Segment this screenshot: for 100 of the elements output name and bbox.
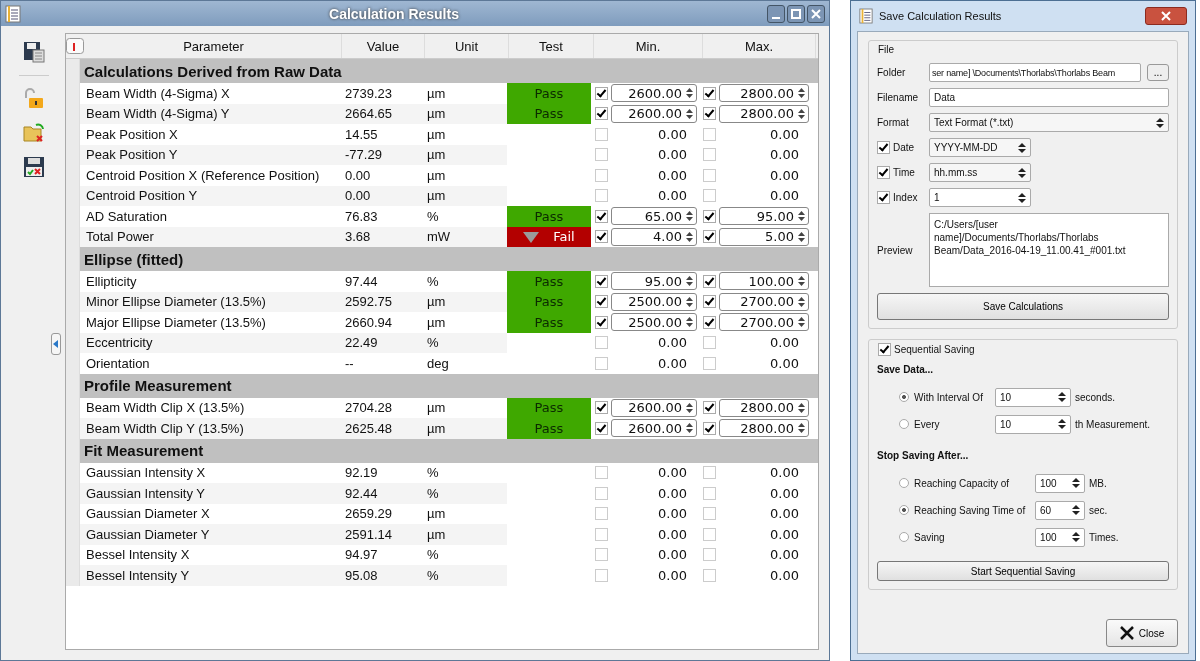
spin-arrows-icon[interactable] [797,401,806,414]
spin-box[interactable]: 2500.00 [611,292,697,311]
browse-button[interactable]: ... [1147,64,1169,81]
spin-box[interactable]: 95.00 [719,207,809,226]
save-disk-icon[interactable] [23,41,45,63]
checkbox[interactable] [703,356,716,370]
minimize-button[interactable] [767,4,785,23]
spin-box[interactable]: 2600.00 [611,398,697,417]
spin-arrows-icon[interactable] [685,210,694,223]
checkbox[interactable] [595,148,608,162]
checkbox[interactable] [703,336,716,350]
checkbox[interactable] [703,168,716,182]
checkbox[interactable] [595,527,608,541]
spin-arrows-icon[interactable] [685,401,694,414]
checkbox[interactable] [703,421,716,435]
checkbox[interactable] [595,336,608,350]
checkbox[interactable] [595,295,608,309]
checkbox[interactable] [878,343,891,356]
checkbox[interactable] [877,191,890,204]
spin-arrows-icon[interactable] [685,295,694,308]
spin-arrows-icon[interactable] [797,107,806,120]
spin-arrows-icon[interactable] [797,275,806,288]
spin-box[interactable]: 2700.00 [719,313,809,332]
close-button[interactable]: Close [1106,619,1178,647]
spin-box[interactable]: 2800.00 [719,84,809,103]
checkbox[interactable] [595,127,608,141]
checkbox[interactable] [703,507,716,521]
spin-arrows-icon[interactable] [685,316,694,329]
checkbox[interactable] [703,127,716,141]
spin-box[interactable]: 2600.00 [611,84,697,103]
spin-box[interactable]: 2800.00 [719,104,809,123]
checkbox[interactable] [703,274,716,288]
close-button[interactable] [807,4,825,23]
spin-box[interactable]: 100 [1035,527,1085,547]
column-header[interactable]: Unit [425,34,509,58]
checkbox[interactable] [877,141,890,154]
spin-box[interactable]: 2500.00 [611,313,697,332]
save-calculations-button[interactable]: Save Calculations [877,293,1169,320]
spin-arrows-icon[interactable] [685,275,694,288]
folder-cross-icon[interactable] [23,122,45,144]
spin-box[interactable]: 100.00 [719,272,809,291]
checkbox[interactable] [595,315,608,329]
table-corner-icon[interactable] [66,38,84,54]
checkbox[interactable] [703,295,716,309]
radio-button[interactable] [899,505,909,515]
checkbox[interactable] [595,209,608,223]
radio-button[interactable] [899,532,909,542]
checkbox[interactable] [703,486,716,500]
checkbox[interactable] [703,189,716,203]
checkbox[interactable] [595,421,608,435]
spin-arrows-icon[interactable] [797,316,806,329]
dropdown[interactable]: YYYY-MM-DD [929,138,1031,157]
spin-box[interactable]: 100 [1035,473,1085,493]
checkbox[interactable] [703,148,716,162]
filename-field[interactable]: Data [929,88,1169,107]
spin-arrows-icon[interactable] [797,230,806,243]
checkbox[interactable] [703,315,716,329]
dropdown[interactable]: hh.mm.ss [929,163,1031,182]
checkbox[interactable] [703,401,716,415]
checkbox[interactable] [703,209,716,223]
checkbox[interactable] [703,466,716,480]
spin-arrows-icon[interactable] [685,107,694,120]
column-header[interactable]: Value [342,34,425,58]
spin-box[interactable]: 5.00 [719,227,809,246]
column-header[interactable]: Parameter [86,34,342,58]
folder-field[interactable]: ser name] \Documents\Thorlabs\Thorlabs Beam [929,63,1141,82]
collapse-button[interactable] [51,333,61,355]
radio-button[interactable] [899,419,909,429]
spin-box[interactable]: 1 [929,188,1031,207]
spin-box[interactable]: 4.00 [611,227,697,246]
unlocked-padlock-icon[interactable] [23,88,45,110]
spin-arrows-icon[interactable] [685,422,694,435]
spin-box[interactable]: 2600.00 [611,104,697,123]
spin-arrows-icon[interactable] [797,210,806,223]
spin-box[interactable]: 2600.00 [611,419,697,438]
spin-box[interactable]: 10 [995,414,1071,434]
checkbox[interactable] [703,527,716,541]
column-header[interactable]: Test [509,34,594,58]
spin-box[interactable]: 10 [995,387,1071,407]
checkbox[interactable] [703,230,716,244]
spin-box[interactable]: 2800.00 [719,398,809,417]
row-header[interactable] [66,565,80,586]
checkbox[interactable] [595,189,608,203]
checkbox[interactable] [595,486,608,500]
checkbox[interactable] [595,86,608,100]
checkbox[interactable] [595,507,608,521]
close-button[interactable] [1145,7,1187,25]
spin-box[interactable]: 2700.00 [719,292,809,311]
radio-button[interactable] [899,478,909,488]
spin-box[interactable]: 95.00 [611,272,697,291]
checkbox[interactable] [595,548,608,562]
checkbox[interactable] [595,401,608,415]
spin-arrows-icon[interactable] [685,230,694,243]
column-header[interactable]: Max. [703,34,816,58]
disk-cross-icon[interactable] [23,156,45,178]
checkbox[interactable] [595,107,608,121]
checkbox[interactable] [595,356,608,370]
spin-box[interactable]: 60 [1035,500,1085,520]
checkbox[interactable] [595,230,608,244]
checkbox[interactable] [595,274,608,288]
